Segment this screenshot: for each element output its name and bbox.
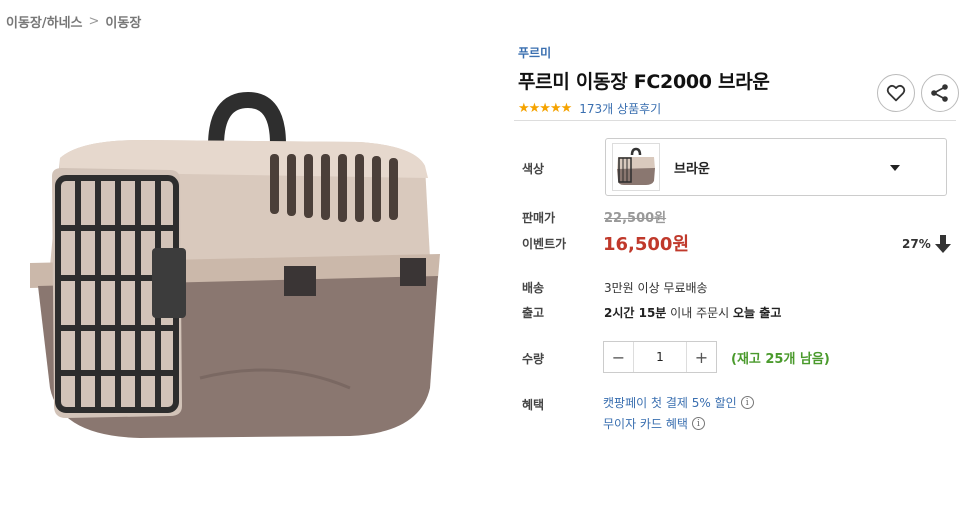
info-icon[interactable]: i bbox=[691, 417, 705, 430]
breadcrumb-parent[interactable]: 이동장/하네스 bbox=[6, 12, 83, 31]
review-count-link[interactable]: 173개 상품후기 bbox=[579, 100, 661, 117]
release-time: 2시간 15분 bbox=[604, 306, 667, 320]
release-info: 2시간 15분 이내 주문시 오늘 출고 bbox=[604, 304, 781, 321]
quantity-stepper: − 1 + bbox=[603, 341, 717, 373]
color-label: 색상 bbox=[522, 162, 545, 176]
release-label: 출고 bbox=[522, 306, 545, 320]
benefit-text: 무이자 카드 혜택 bbox=[603, 417, 688, 431]
delivery-info: 3만원 이상 무료배송 bbox=[604, 281, 708, 295]
breadcrumb-separator: > bbox=[88, 14, 100, 29]
selected-color: 브라운 bbox=[674, 161, 710, 177]
event-price: 16,500원 bbox=[603, 234, 690, 255]
info-icon[interactable]: i bbox=[740, 396, 754, 409]
divider bbox=[514, 120, 956, 121]
release-today: 오늘 출고 bbox=[733, 306, 782, 320]
color-thumbnail bbox=[612, 143, 660, 191]
benefit-item[interactable]: 무이자 카드 혜택 i bbox=[603, 415, 705, 432]
brand-link[interactable]: 푸르미 bbox=[518, 44, 966, 61]
wishlist-button[interactable] bbox=[877, 74, 915, 112]
discount-rate: 27% bbox=[902, 237, 931, 251]
benefit-item[interactable]: 캣팡페이 첫 결제 5% 할인 i bbox=[603, 394, 754, 411]
benefit-text: 캣팡페이 첫 결제 5% 할인 bbox=[603, 396, 737, 410]
quantity-increase-button[interactable]: + bbox=[686, 342, 716, 372]
breadcrumb-current[interactable]: 이동장 bbox=[105, 12, 141, 31]
breadcrumb: 이동장/하네스 > 이동장 bbox=[6, 12, 141, 31]
benefits-label: 혜택 bbox=[522, 398, 545, 412]
delivery-label: 배송 bbox=[522, 281, 545, 295]
quantity-label: 수량 bbox=[522, 352, 545, 366]
chevron-down-icon bbox=[890, 165, 900, 171]
stock-remaining: (재고 25개 남음) bbox=[731, 352, 830, 367]
release-mid-text: 이내 주문시 bbox=[666, 306, 734, 320]
arrow-down-icon bbox=[934, 235, 951, 253]
event-price-label: 이벤트가 bbox=[522, 237, 567, 251]
quantity-decrease-button[interactable]: − bbox=[604, 342, 634, 372]
original-price: 22,500원 bbox=[604, 211, 667, 226]
sale-price-label: 판매가 bbox=[522, 211, 556, 225]
star-rating: ★★★★★ bbox=[518, 101, 572, 116]
discount-badge: 27% bbox=[902, 235, 951, 253]
color-select[interactable]: 브라운 bbox=[605, 138, 947, 196]
product-image bbox=[20, 88, 450, 448]
share-icon bbox=[931, 84, 948, 102]
quantity-value[interactable]: 1 bbox=[634, 350, 686, 364]
share-button[interactable] bbox=[921, 74, 959, 112]
heart-icon bbox=[886, 84, 906, 102]
